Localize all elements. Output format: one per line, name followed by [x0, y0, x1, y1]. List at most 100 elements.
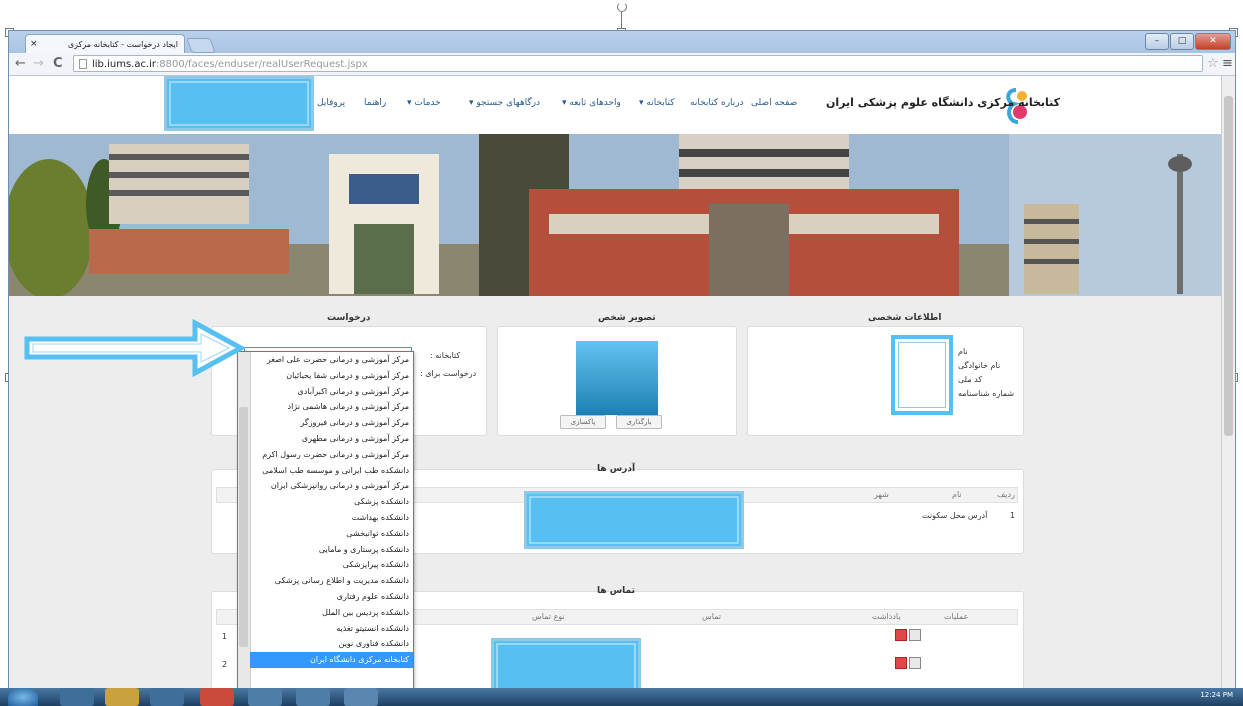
- option-2[interactable]: مرکز آموزشی و درمانی اکبرآبادی: [250, 384, 413, 400]
- tab-title: ایجاد درخواست - کتابخانه مرکزی: [67, 40, 178, 49]
- maximize-button[interactable]: □: [1170, 33, 1194, 50]
- minimize-button[interactable]: –: [1145, 33, 1169, 50]
- start-button[interactable]: [8, 688, 38, 706]
- redacted-user-block: [164, 76, 314, 131]
- option-4[interactable]: مرکز آموزشی و درمانی فیروزگر: [250, 415, 413, 431]
- option-18[interactable]: دانشکده فناوری نوین: [250, 636, 413, 652]
- page-viewport: کتابخانه مرکزی دانشگاه علوم پزشکی ایران …: [9, 76, 1221, 700]
- taskbar-app-1[interactable]: [60, 688, 94, 706]
- contacts-col-actions: عملیات: [944, 612, 969, 621]
- banner-image: [9, 134, 1221, 296]
- contacts-col-note: یادداشت: [872, 612, 901, 621]
- field-first-name-label: نام: [958, 347, 968, 356]
- contacts-title: تماس ها: [597, 586, 635, 596]
- taskbar-app-2[interactable]: [105, 688, 139, 706]
- page-scrollbar-thumb[interactable]: [1224, 96, 1233, 436]
- request-for-label: درخواست برای :: [420, 369, 477, 378]
- field-id-number-label: شماره شناسنامه: [958, 389, 1015, 398]
- menu-item-profile[interactable]: پروفایل: [317, 98, 345, 108]
- menu-item-services[interactable]: خدمات ▾: [407, 98, 441, 108]
- personal-info-card: اطلاعات شخصی نام نام خانوادگی کد ملی شما…: [747, 313, 1024, 436]
- bookmark-star-icon[interactable]: ☆: [1207, 56, 1219, 71]
- menu-item-library[interactable]: کتابخانه ▾: [639, 98, 675, 108]
- option-11[interactable]: دانشکده توانبخشی: [250, 526, 413, 542]
- clear-photo-button[interactable]: پاکسازی: [560, 415, 606, 429]
- option-14[interactable]: دانشکده مدیریت و اطلاع رسانی پزشکی: [250, 573, 413, 589]
- option-1[interactable]: مرکز آموزشی و درمانی شفا یحیائیان: [250, 368, 413, 384]
- new-tab-button[interactable]: [186, 38, 216, 53]
- taskbar-app-7[interactable]: [344, 688, 378, 706]
- option-17[interactable]: دانشکده انستیتو تغذیه: [250, 621, 413, 637]
- option-6[interactable]: مرکز آموزشی و درمانی حضرت رسول اکرم: [250, 447, 413, 463]
- option-8[interactable]: مرکز آموزشی و درمانی روانپزشکی ایران: [250, 478, 413, 494]
- edit-contact-2-icon[interactable]: [909, 657, 921, 669]
- url-path: :8800/faces/enduser/realUserRequest.jspx: [155, 59, 368, 70]
- taskbar-app-6[interactable]: [296, 688, 330, 706]
- upload-photo-button[interactable]: بارگذاری: [616, 415, 662, 429]
- request-title: درخواست: [327, 313, 371, 323]
- reload-icon[interactable]: C: [53, 56, 63, 71]
- option-3[interactable]: مرکز آموزشی و درمانی هاشمی نژاد: [250, 399, 413, 415]
- photo-card: تصویر شخص بارگذاری پاکسازی: [497, 313, 737, 436]
- window-controls: – □ ✕: [1145, 33, 1231, 50]
- forward-arrow-icon[interactable]: →: [33, 56, 44, 71]
- menu-item-about[interactable]: درباره کتابخانه: [690, 98, 744, 108]
- tab-close-icon[interactable]: ×: [30, 35, 38, 53]
- option-0[interactable]: مرکز آموزشی و درمانی حضرت علی اصغر: [250, 352, 413, 368]
- browser-window: × ایجاد درخواست - کتابخانه مرکزی – □ ✕ ←…: [8, 30, 1236, 706]
- personal-photo-frame: [891, 335, 953, 415]
- option-10[interactable]: دانشکده بهداشت: [250, 510, 413, 526]
- addresses-title: آدرس ها: [597, 464, 636, 474]
- addresses-col-name: نام: [952, 490, 962, 499]
- addresses-col-city: شهر: [874, 490, 889, 499]
- site-header: کتابخانه مرکزی دانشگاه علوم پزشکی ایران …: [9, 76, 1221, 134]
- contact-row-2-index: 2: [222, 660, 228, 669]
- taskbar-clock: 12:24 PM: [1200, 691, 1233, 699]
- option-12[interactable]: دانشکده پرستاری و مامایی: [250, 542, 413, 558]
- browser-menu-icon[interactable]: ≡: [1222, 56, 1233, 71]
- campus-photo: [9, 134, 1221, 296]
- addresses-col-index: ردیف: [997, 490, 1015, 499]
- edit-contact-1-icon[interactable]: [909, 629, 921, 641]
- address-row-name: آدرس محل سکونت: [922, 511, 988, 520]
- contacts-col-type: نوع تماس: [532, 612, 565, 621]
- address-row-index: 1: [1010, 511, 1016, 520]
- site-title: کتابخانه مرکزی دانشگاه علوم پزشکی ایران: [826, 96, 1061, 109]
- page-scrollbar[interactable]: [1221, 76, 1235, 700]
- option-16[interactable]: دانشکده پردیس بین الملل: [250, 605, 413, 621]
- personal-info-title: اطلاعات شخصی: [868, 313, 942, 323]
- page-icon: [79, 59, 87, 69]
- taskbar-app-5[interactable]: [248, 688, 282, 706]
- library-label: کتابخانه :: [430, 351, 461, 360]
- options-scrollbar-thumb[interactable]: [239, 407, 248, 647]
- url-host: lib.iums.ac.ir: [92, 59, 156, 70]
- menu-item-units[interactable]: واحدهای تابعه ▾: [562, 98, 621, 108]
- library-options-list[interactable]: مرکز آموزشی و درمانی حضرت علی اصغر مرکز …: [237, 351, 414, 700]
- browser-tab[interactable]: × ایجاد درخواست - کتابخانه مرکزی: [25, 34, 185, 53]
- delete-contact-2-icon[interactable]: [895, 657, 907, 669]
- option-13[interactable]: دانشکده پیراپزشکی: [250, 557, 413, 573]
- tab-bar: × ایجاد درخواست - کتابخانه مرکزی – □ ✕: [9, 31, 1235, 53]
- rotate-handle[interactable]: [617, 2, 627, 12]
- menu-item-home[interactable]: صفحه اصلی: [751, 98, 797, 108]
- menu-item-search-portals[interactable]: درگاههای جستجو ▾: [469, 98, 540, 108]
- field-national-id-label: کد ملی: [958, 375, 983, 384]
- address-bar[interactable]: lib.iums.ac.ir:8800/faces/enduser/realUs…: [73, 55, 1203, 72]
- delete-contact-1-icon[interactable]: [895, 629, 907, 641]
- option-7[interactable]: دانشکده طب ایرانی و موسسه طب اسلامی: [250, 463, 413, 479]
- option-15[interactable]: دانشکده علوم رفتاری: [250, 589, 413, 605]
- browser-toolbar: ← → C lib.iums.ac.ir:8800/faces/enduser/…: [9, 53, 1235, 76]
- contacts-col-contact: تماس: [702, 612, 722, 621]
- taskbar-app-3[interactable]: [150, 688, 184, 706]
- back-arrow-icon[interactable]: ←: [15, 56, 26, 71]
- menu-item-help[interactable]: راهنما: [364, 98, 386, 108]
- contact-row-1-index: 1: [222, 632, 228, 641]
- taskbar-app-chrome[interactable]: [200, 688, 234, 706]
- option-9[interactable]: دانشکده پزشکی: [250, 494, 413, 510]
- field-last-name-label: نام خانوادگی: [958, 361, 1001, 370]
- option-19-selected[interactable]: کتابخانه مرکزی دانشگاه ایران: [250, 652, 413, 668]
- rotate-handle-stem: [621, 12, 622, 28]
- taskbar: 12:24 PM: [0, 688, 1243, 706]
- close-window-button[interactable]: ✕: [1195, 33, 1231, 50]
- option-5[interactable]: مرکز آموزشی و درمانی مطهری: [250, 431, 413, 447]
